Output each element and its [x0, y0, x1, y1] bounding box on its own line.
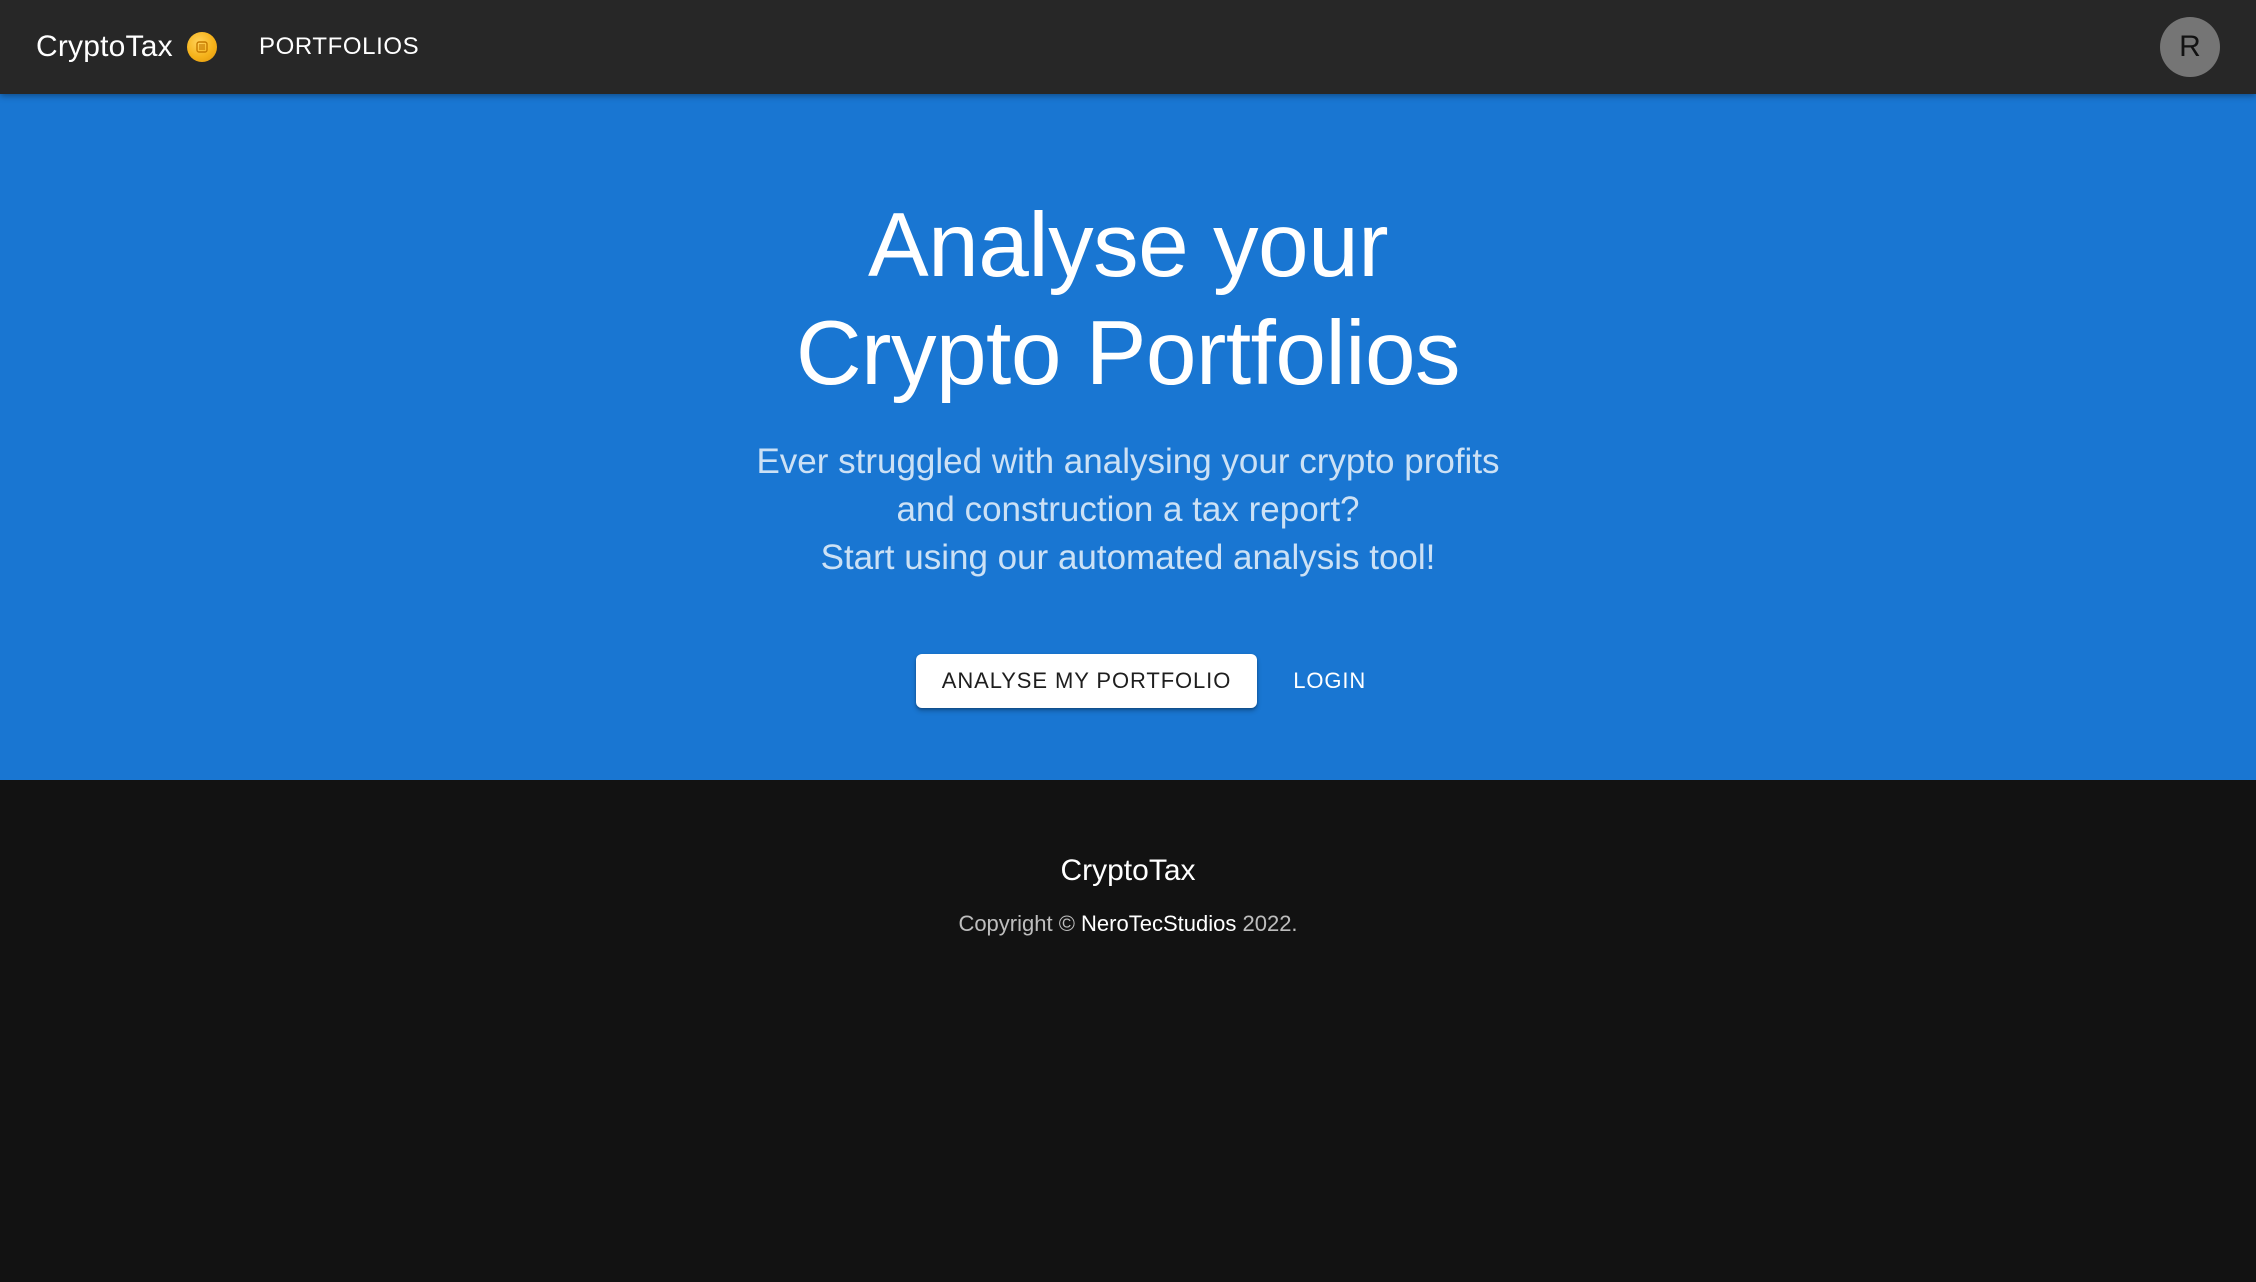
brand-logo[interactable]: CryptoTax [36, 0, 217, 94]
company-link[interactable]: NeroTecStudios [1081, 911, 1236, 936]
hero-subtitle-line-3: Start using our automated analysis tool! [820, 538, 1436, 577]
brand-name: CryptoTax [36, 30, 173, 63]
footer-copyright: Copyright © NeroTecStudios 2022. [0, 911, 2256, 937]
hero-title: Analyse your Crypto Portfolios [0, 192, 2256, 408]
hero-subtitle-line-2: and construction a tax report? [896, 490, 1360, 529]
login-button[interactable]: LOGIN [1281, 654, 1378, 708]
hero-title-line-1: Analyse your [867, 195, 1389, 296]
analyse-portfolio-button[interactable]: ANALYSE MY PORTFOLIO [915, 654, 1258, 708]
hero-title-line-2: Crypto Portfolios [795, 303, 1461, 404]
copyright-year: 2022. [1242, 911, 1298, 936]
nav-portfolios-link[interactable]: PORTFOLIOS [259, 0, 419, 94]
top-app-bar: CryptoTax PORTFOLIOS R [0, 0, 2256, 94]
hero-subtitle: Ever struggled with analysing your crypt… [0, 438, 2256, 582]
hero-subtitle-line-1: Ever struggled with analysing your crypt… [756, 442, 1500, 481]
footer-brand: CryptoTax [1060, 854, 1196, 887]
coin-icon [186, 32, 217, 62]
copyright-prefix: Copyright © [958, 911, 1075, 936]
footer: CryptoTax Copyright © NeroTecStudios 202… [0, 780, 2256, 1282]
hero-actions: ANALYSE MY PORTFOLIO LOGIN [0, 654, 2256, 708]
hero-section: Analyse your Crypto Portfolios Ever stru… [0, 94, 2256, 780]
user-avatar[interactable]: R [2160, 17, 2220, 77]
